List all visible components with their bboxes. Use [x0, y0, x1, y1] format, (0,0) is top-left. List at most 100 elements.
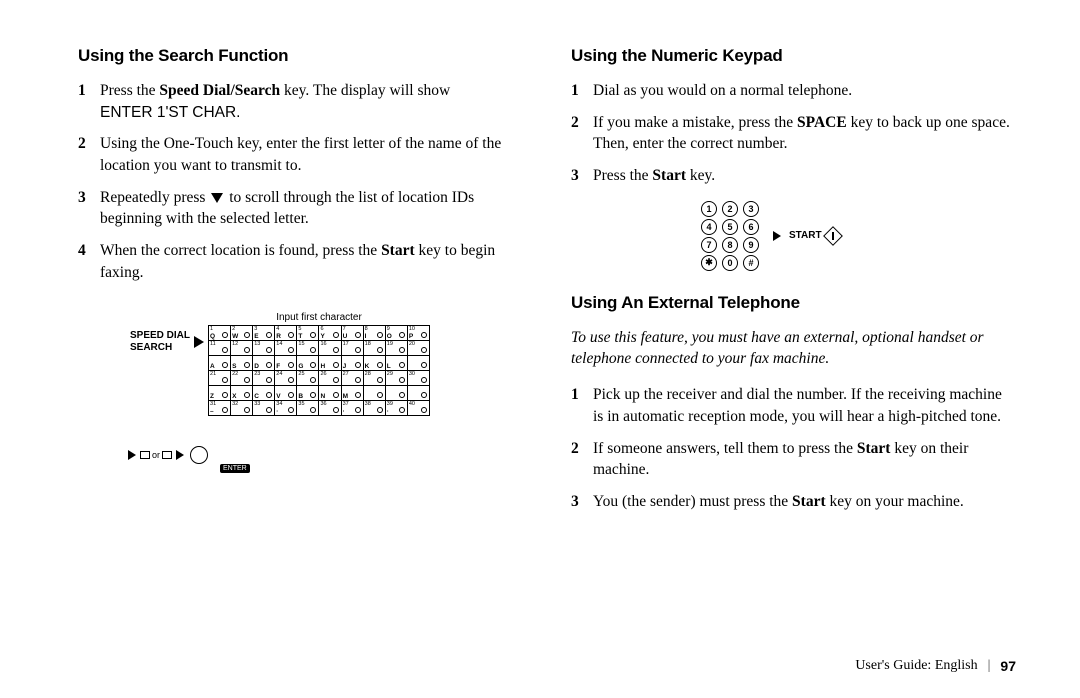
grid-cell: 13	[253, 340, 275, 355]
two-column-layout: Using the Search Function 1 Press the Sp…	[78, 46, 1016, 527]
grid-cell: 9O	[385, 325, 407, 340]
step-text: If someone answers, tell them to press t…	[593, 438, 1016, 481]
start-diamond-icon	[823, 226, 843, 246]
step-text: You (the sender) must press the Start ke…	[593, 491, 964, 513]
grid-cell: X	[231, 385, 253, 400]
up-triangle-icon	[140, 451, 150, 459]
grid-cell: 15	[297, 340, 319, 355]
grid-cell: A	[209, 355, 231, 370]
grid-cell: S	[231, 355, 253, 370]
keypad-key: 6	[743, 219, 759, 235]
footer-separator: |	[988, 658, 991, 674]
figure-numeric-keypad: 123456789✱0# START	[701, 201, 901, 271]
grid-cell: 40	[407, 400, 429, 415]
heading-search-function: Using the Search Function	[78, 46, 523, 66]
keypad-key: 2	[722, 201, 738, 217]
list-item: 1 Press the Speed Dial/Search key. The d…	[78, 80, 523, 123]
grid-cell: C	[253, 385, 275, 400]
grid-cell: Z	[209, 385, 231, 400]
step-text: Press the Start key.	[593, 165, 715, 187]
grid-cell: 36	[319, 400, 341, 415]
keypad-key: 0	[722, 255, 738, 271]
step-text: When the correct location is found, pres…	[100, 240, 523, 283]
grid-cell: G	[297, 355, 319, 370]
grid-cell: 23	[253, 370, 275, 385]
grid-cell: 5T	[297, 325, 319, 340]
grid-cell: 39·	[385, 400, 407, 415]
grid-cell: 22	[231, 370, 253, 385]
grid-cell: 30	[407, 370, 429, 385]
list-item: 2 If someone answers, tell them to press…	[571, 438, 1016, 481]
list-item: 3 You (the sender) must press the Start …	[571, 491, 1016, 513]
keypad-key: 5	[722, 219, 738, 235]
grid-cell: N	[319, 385, 341, 400]
step-text: Using the One-Touch key, enter the first…	[100, 133, 523, 176]
grid-cell: F	[275, 355, 297, 370]
grid-cell: B	[297, 385, 319, 400]
grid-cell	[363, 385, 385, 400]
grid-cell: 37·	[341, 400, 363, 415]
list-item: 2 If you make a mistake, press the SPACE…	[571, 112, 1016, 155]
grid-cell: 20	[407, 340, 429, 355]
grid-cell: H	[319, 355, 341, 370]
grid-cell: 27	[341, 370, 363, 385]
grid-cell: 33	[253, 400, 275, 415]
page-footer: User's Guide: English | 97	[855, 658, 1016, 674]
start-indicator: START	[769, 229, 840, 243]
grid-cell: 25	[297, 370, 319, 385]
list-item: 2 Using the One-Touch key, enter the fir…	[78, 133, 523, 176]
external-phone-steps: 1 Pick up the receiver and dial the numb…	[571, 384, 1016, 512]
search-steps: 1 Press the Speed Dial/Search key. The d…	[78, 80, 523, 284]
grid-cell: K	[363, 355, 385, 370]
right-column: Using the Numeric Keypad 1 Dial as you w…	[571, 46, 1016, 527]
step-text: If you make a mistake, press the SPACE k…	[593, 112, 1016, 155]
grid-cell	[407, 385, 429, 400]
grid-cell: 34·	[275, 400, 297, 415]
grid-cell: 12	[231, 340, 253, 355]
grid-cell: 29	[385, 370, 407, 385]
grid-cell: 28	[363, 370, 385, 385]
arrow-right-icon	[773, 231, 781, 241]
grid-cell: 18	[363, 340, 385, 355]
list-item: 1 Dial as you would on a normal telephon…	[571, 80, 1016, 102]
arrow-right-icon	[176, 450, 184, 460]
arrow-right-icon	[128, 450, 136, 460]
grid-cell: 26	[319, 370, 341, 385]
grid-cell: 14	[275, 340, 297, 355]
grid-cell: L	[385, 355, 407, 370]
grid-cell: 35	[297, 400, 319, 415]
keypad-key: 8	[722, 237, 738, 253]
grid-cell: 7U	[341, 325, 363, 340]
grid-cell: 16	[319, 340, 341, 355]
footer-label: User's Guide: English	[855, 658, 977, 674]
list-item: 1 Pick up the receiver and dial the numb…	[571, 384, 1016, 427]
figure-keyboard-grid: SPEED DIALSEARCH Input first character 1…	[130, 312, 430, 473]
step-text: Repeatedly press to scroll through the l…	[100, 187, 523, 230]
keypad-key: 3	[743, 201, 759, 217]
keypad-key: #	[743, 255, 759, 271]
grid-cell: 38	[363, 400, 385, 415]
grid-cell: 8I	[363, 325, 385, 340]
grid-cell: 10P	[407, 325, 429, 340]
list-item: 3 Press the Start key.	[571, 165, 1016, 187]
down-triangle-icon	[211, 193, 223, 203]
grid-cell: 24	[275, 370, 297, 385]
grid-cell: M	[341, 385, 363, 400]
speed-dial-label: SPEED DIALSEARCH	[130, 330, 190, 354]
list-item: 3 Repeatedly press to scroll through the…	[78, 187, 523, 230]
keypad-steps: 1 Dial as you would on a normal telephon…	[571, 80, 1016, 187]
keypad-key: 7	[701, 237, 717, 253]
left-column: Using the Search Function 1 Press the Sp…	[78, 46, 523, 527]
keypad-key: ✱	[701, 255, 717, 271]
grid-cell: 2W	[231, 325, 253, 340]
one-touch-key-grid: 1Q2W3E4R5T6Y7U8I9O10P1112131415161718192…	[208, 325, 430, 416]
grid-cell: 32	[231, 400, 253, 415]
step-text: Dial as you would on a normal telephone.	[593, 80, 852, 102]
grid-cell: 31–	[209, 400, 231, 415]
keypad-key: 1	[701, 201, 717, 217]
grid-title: Input first character	[208, 312, 430, 323]
grid-cell: 6Y	[319, 325, 341, 340]
grid-cell: J	[341, 355, 363, 370]
heading-numeric-keypad: Using the Numeric Keypad	[571, 46, 1016, 66]
grid-cell: D	[253, 355, 275, 370]
